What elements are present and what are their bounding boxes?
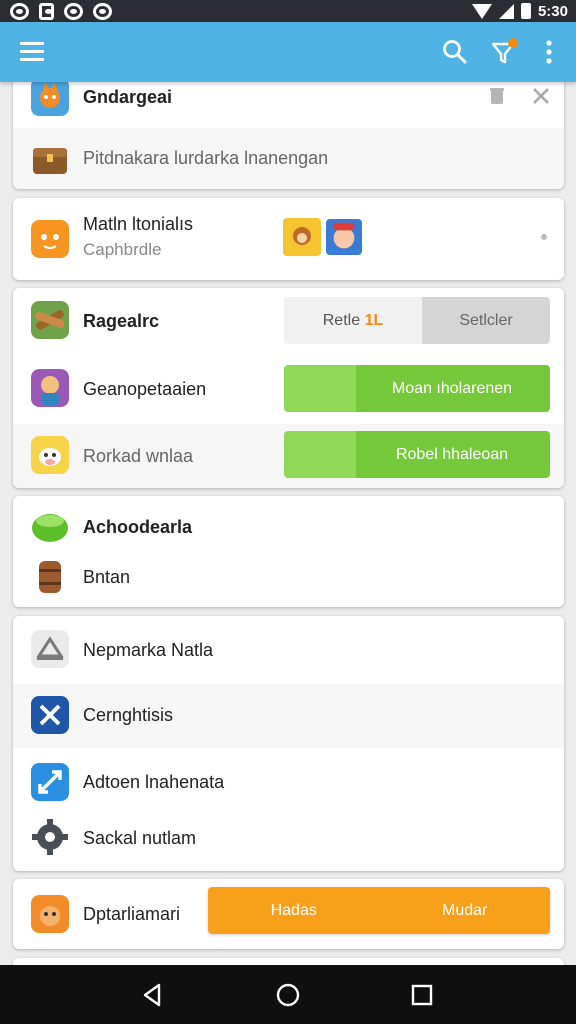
recents-icon[interactable] — [406, 979, 438, 1011]
mudar-label[interactable]: Mudar — [442, 902, 487, 920]
row-label: Dptarliamari — [83, 904, 181, 924]
game-thumbnail-icon[interactable] — [283, 216, 321, 258]
more-vert-icon[interactable] — [534, 37, 564, 67]
list-item-label: Sackal nutlam — [83, 828, 197, 848]
barrel-icon — [39, 561, 61, 593]
navigation-bar — [0, 965, 576, 1024]
status-time: 5:30 — [537, 2, 568, 20]
battery-icon — [520, 3, 531, 19]
notification-icons — [10, 0, 112, 22]
card-gndargeai: Gndargeai Pitdnakara lurdarka lnanengan — [13, 72, 564, 189]
card-subtitle: Caphbrdle — [83, 240, 162, 259]
gear-icon — [32, 819, 68, 855]
action-row: Geanopetaaien Moan ıholarenen — [13, 356, 564, 424]
pager-dot — [541, 234, 547, 240]
card-matln[interactable]: Matln ltonialıs Caphbrdle — [13, 198, 564, 280]
hadas-button[interactable]: Hadas Mudar — [208, 887, 550, 934]
notification-icon — [39, 2, 54, 20]
moan-button[interactable]: Moan ıholarenen — [284, 365, 550, 412]
list-item-label: Cernghtisis — [83, 705, 174, 725]
fox-app-icon — [31, 895, 69, 933]
signal-icon — [498, 3, 514, 19]
trash-icon[interactable] — [487, 86, 507, 106]
hadas-label[interactable]: Hadas — [271, 902, 317, 920]
character-icon — [31, 369, 69, 407]
setlcler-button[interactable]: Setlcler — [422, 297, 550, 344]
action-row: Rorkad wnlaa Robel hhaleoan — [13, 424, 564, 488]
list-item[interactable]: Bntan — [13, 552, 564, 607]
retle-button[interactable]: Retle 1L — [284, 297, 422, 344]
row-label: Ragealrc — [83, 311, 160, 331]
chest-icon — [33, 148, 67, 174]
card-list-a: Achoodearla Bntan — [13, 496, 564, 607]
notification-icon — [93, 2, 112, 20]
app-bar — [0, 22, 576, 82]
button-label: Retle — [322, 311, 361, 329]
system-icons: 5:30 — [471, 0, 568, 22]
notification-icon — [10, 2, 29, 20]
card-bottom-actions: Dptarliamari Hadas Mudar — [13, 879, 564, 949]
tools-icon — [31, 696, 69, 734]
card-subtitle: Pitdnakara lurdarka lnanengan — [83, 148, 329, 168]
card-title: Gndargeai — [83, 87, 173, 107]
wifi-icon — [471, 3, 492, 19]
search-icon[interactable] — [440, 37, 470, 67]
cow-icon — [31, 436, 69, 474]
home-icon[interactable] — [272, 979, 304, 1011]
list-item[interactable]: Cernghtisis — [13, 684, 564, 748]
robel-button[interactable]: Robel hhaleoan — [284, 431, 550, 478]
resize-icon — [31, 763, 69, 801]
card-list-b: Nepmarka Natla Cernghtisis Adtoen lnahen… — [13, 616, 564, 871]
back-icon[interactable] — [137, 979, 169, 1011]
row-label: Geanopetaaien — [83, 379, 207, 399]
fox-app-icon — [31, 78, 69, 116]
action-row: Ragealrc Retle 1L Setlcler — [13, 288, 564, 356]
card-detail-row[interactable]: Pitdnakara lurdarka lnanengan — [13, 128, 564, 189]
crossed-tools-icon — [31, 301, 69, 339]
list-item[interactable]: Sackal nutlam — [13, 812, 564, 871]
list-item-label: Achoodearla — [83, 517, 193, 537]
card-actions: Ragealrc Retle 1L Setlcler Geanopetaaien… — [13, 288, 564, 488]
card-title: Matln ltonialıs — [83, 214, 194, 234]
row-label: Rorkad wnlaa — [83, 446, 194, 466]
list-item-label: Nepmarka Natla — [83, 640, 214, 660]
scale-icon — [31, 630, 69, 668]
filter-badge — [508, 38, 518, 48]
list-item[interactable]: Adtoen lnahenata — [13, 748, 564, 812]
notification-icon — [64, 2, 83, 20]
filter-icon[interactable] — [490, 37, 520, 67]
close-icon[interactable] — [531, 86, 551, 106]
list-item[interactable]: Nepmarka Natla — [13, 616, 564, 684]
list-item-label: Adtoen lnahenata — [83, 772, 225, 792]
green-planet-icon — [32, 514, 68, 542]
menu-icon[interactable] — [20, 42, 44, 62]
list-item-label: Bntan — [83, 567, 131, 587]
fox-face-icon — [31, 220, 69, 258]
game-thumbnail-icon[interactable] — [326, 216, 362, 258]
list-item[interactable]: Achoodearla — [13, 496, 564, 552]
status-bar: 5:30 — [0, 0, 576, 22]
badge-label: 1L — [364, 311, 384, 329]
